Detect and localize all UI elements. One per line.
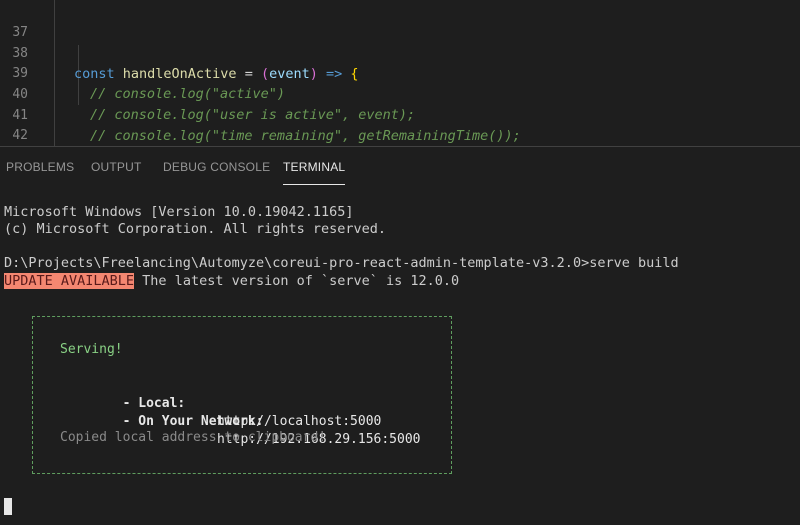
copied-note: Copied local address to clipboard!: [60, 430, 327, 445]
panel-tab-bar: PROBLEMS OUTPUT DEBUG CONSOLE TERMINAL: [0, 147, 800, 185]
code-line[interactable]: 43: [0, 127, 800, 146]
code-line[interactable]: 39 // console.log("active"): [0, 44, 800, 102]
code-line[interactable]: 40 // console.log("user is active", even…: [0, 65, 800, 123]
tab-terminal[interactable]: TERMINAL: [283, 147, 346, 185]
tab-problems[interactable]: PROBLEMS: [6, 147, 74, 185]
code-line[interactable]: 42 };: [0, 106, 800, 143]
terminal-output[interactable]: Microsoft Windows [Version 10.0.19042.11…: [0, 186, 800, 525]
code-line[interactable]: 41 // console.log("time remaining", getR…: [0, 86, 800, 144]
terminal-prompt: D:\Projects\Freelancing\Automyze\coreui-…: [4, 255, 679, 271]
terminal-line: (c) Microsoft Corporation. All rights re…: [4, 221, 387, 237]
code-line[interactable]: 37: [0, 3, 800, 40]
serve-info-box: Serving! - Local: http://localhost:5000 …: [32, 316, 452, 474]
tab-output[interactable]: OUTPUT: [91, 147, 142, 185]
terminal-line: UPDATE AVAILABLE The latest version of `…: [4, 272, 459, 290]
terminal-cursor: [4, 498, 12, 515]
tab-debug-console[interactable]: DEBUG CONSOLE: [163, 147, 270, 185]
serving-title: Serving!: [60, 342, 123, 357]
update-message: The latest version of `serve` is 12.0.0: [134, 273, 460, 289]
code-editor[interactable]: 37 38 const handleOnActive = (event) => …: [0, 0, 800, 146]
update-available-badge: UPDATE AVAILABLE: [4, 273, 135, 289]
vscode-window: 37 38 const handleOnActive = (event) => …: [0, 0, 800, 525]
terminal-line: Microsoft Windows [Version 10.0.19042.11…: [4, 204, 354, 220]
code-line[interactable]: 38 const handleOnActive = (event) => {: [0, 24, 800, 82]
network-label: - On Your Network:: [122, 414, 264, 429]
